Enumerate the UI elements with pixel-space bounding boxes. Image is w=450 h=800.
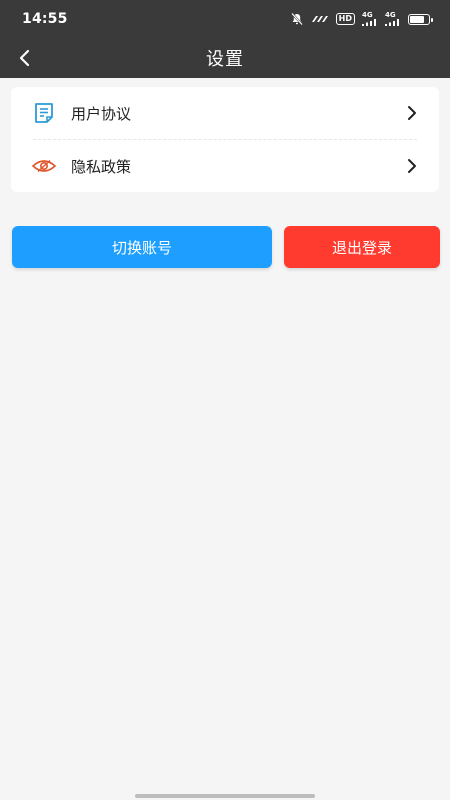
- settings-menu-card: 用户协议 隐私政策: [11, 87, 439, 192]
- status-bar: 14:55 HD 4G 4G: [0, 0, 450, 38]
- home-indicator[interactable]: [135, 794, 315, 798]
- status-icons: HD 4G 4G: [290, 12, 433, 26]
- menu-item-label: 隐私政策: [71, 157, 132, 176]
- battery-icon: [408, 13, 433, 25]
- logout-button[interactable]: 退出登录: [284, 226, 440, 268]
- menu-item-label: 用户协议: [71, 104, 132, 123]
- signal-4g-icon: 4G: [362, 12, 378, 26]
- page-title: 设置: [206, 49, 244, 70]
- chevron-left-icon: [19, 49, 30, 67]
- document-icon: [32, 101, 56, 125]
- hd-icon: HD: [335, 13, 355, 25]
- signal-4g-icon: 4G: [385, 12, 401, 26]
- menu-item-privacy-policy[interactable]: 隐私政策: [11, 140, 439, 192]
- battery-level: [410, 15, 425, 23]
- status-time: 14:55: [22, 11, 68, 27]
- network-speed-icon: [311, 14, 329, 24]
- network-4g-label: 4G: [362, 11, 373, 19]
- chevron-right-icon: [405, 103, 419, 123]
- chevron-right-icon: [405, 156, 419, 176]
- menu-item-user-agreement[interactable]: 用户协议: [11, 87, 439, 139]
- navigation-bar: 设置: [0, 38, 450, 78]
- mute-icon: [290, 12, 304, 26]
- eye-icon: [32, 154, 56, 178]
- back-button[interactable]: [10, 43, 40, 73]
- network-4g-label: 4G: [385, 11, 396, 19]
- switch-account-button[interactable]: 切换账号: [12, 226, 272, 268]
